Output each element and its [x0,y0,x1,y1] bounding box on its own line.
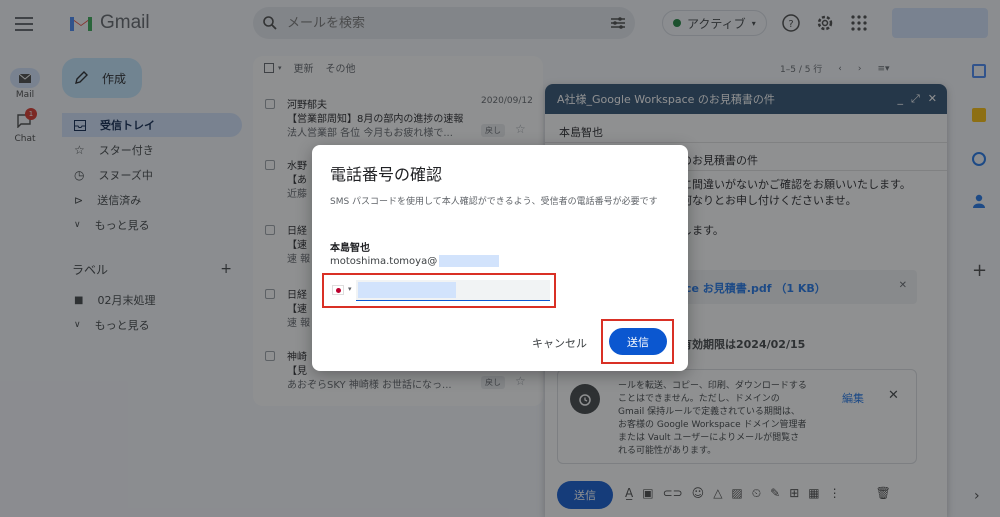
email-redaction [439,255,500,267]
japan-flag-icon[interactable] [332,285,344,295]
chevron-down-icon[interactable]: ▾ [348,285,352,293]
phone-verification-dialog: 電話番号の確認 SMS パスコードを使用して本人確認ができるよう、受信者の電話番… [312,145,688,371]
recipient-name: 本島智也 [330,243,370,254]
send-button[interactable]: 送信 [609,328,667,355]
dialog-title: 電話番号の確認 [330,165,443,184]
phone-redaction [358,282,456,298]
phone-field-highlight: ▾ [322,273,556,308]
recipient-email-text: motoshima.tomoya@ [330,255,438,267]
cancel-button[interactable]: キャンセル [532,335,587,351]
recipient-email: motoshima.tomoya@ [330,255,500,267]
dialog-description: SMS パスコードを使用して本人確認ができるよう、受信者の電話番号が必要です [330,197,658,207]
send-button-highlight: 送信 [601,319,674,364]
